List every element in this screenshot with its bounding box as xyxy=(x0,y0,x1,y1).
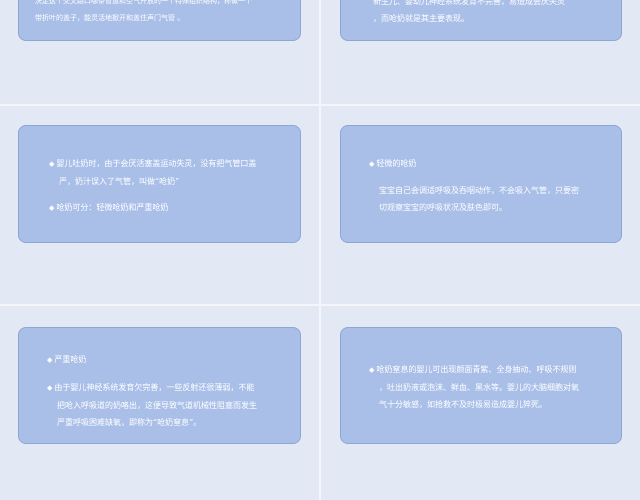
bullet-text-continued: 气十分敏感，如抢救不及时极易造成婴儿猝死。 xyxy=(379,400,547,409)
diamond-bullet-icon: ◆ xyxy=(47,384,53,392)
diamond-bullet-icon: ◆ xyxy=(49,204,55,212)
diamond-bullet-icon: ◆ xyxy=(47,356,53,364)
heading-text: 严重呛奶 xyxy=(54,355,87,364)
diamond-bullet-icon: ◆ xyxy=(49,160,55,168)
bullet-item: ◆ 由于婴儿神经系统发育欠完善，一些反射还很薄弱，不能 xyxy=(47,379,284,397)
bullet-item: ◆ 婴儿吐奶时，由于会厌活塞盖运动失灵，没有把气管口盖 xyxy=(49,155,284,173)
card-severe-choking[interactable]: ◆ 严重呛奶 ◆ 由于婴儿神经系统发育欠完善，一些反射还很薄弱，不能 把呛入呼吸道的… xyxy=(18,327,301,444)
card-spit-up[interactable]: ◆ 婴儿吐奶时，由于会厌活塞盖运动失灵，没有把气管口盖 严，奶汁误入了气管，叫做“… xyxy=(18,125,301,243)
bullet-text: 由于婴儿神经系统发育欠完善，一些反射还很薄弱，不能 xyxy=(54,383,255,392)
bullet-text-continued: 把呛入呼吸道的奶咯出，这便导致气道机械性阻塞而发生 xyxy=(57,401,257,410)
card-text-line: ，而呛奶就是其主要表现。 xyxy=(373,14,469,23)
card-heading: ◆ 严重呛奶 xyxy=(47,351,284,369)
bullet-item: ◆ 呛奶窒息的婴儿可出现颜面青紫、全身抽动、呼吸不规则 xyxy=(369,361,605,379)
diamond-bullet-icon: ◆ xyxy=(369,366,375,374)
bullet-text-continued: ，吐出奶液或泡沫、鲜血、黑水等。婴儿的大脑细胞对氧 xyxy=(379,383,579,392)
bullet-text: 婴儿吐奶时，由于会厌活塞盖运动失灵，没有把气管口盖 xyxy=(56,159,257,168)
card-mild-choking[interactable]: ◆ 轻微的呛奶 宝宝自己会调适呼吸及吞咽动作，不会吸入气管，只要密 切观察宝宝的呼… xyxy=(340,125,622,243)
diamond-bullet-icon: ◆ xyxy=(369,160,375,168)
slide-divider-vertical xyxy=(319,0,321,500)
heading-text: 轻微的呛奶 xyxy=(376,159,417,168)
card-top-left[interactable]: 决定这个交叉路口哪条管道和空气开放的一个特殊组织结构，称做一个 带折叶的盖子，能… xyxy=(18,0,301,41)
card-text-line: 带折叶的盖子，能灵活地掀开和盖住声门气管 。 xyxy=(35,14,185,22)
card-text-line: 新生儿、婴幼儿神经系统发育不完善，易造成会厌失灵 xyxy=(373,0,565,6)
bullet-text: 呛奶可分：轻微呛奶和严重呛奶 xyxy=(56,203,169,212)
body-text-line: 宝宝自己会调适呼吸及吞咽动作，不会吸入气管，只要密 xyxy=(379,186,579,195)
body-text-line: 切观察宝宝的呼吸状况及肤色即可。 xyxy=(379,203,507,212)
bullet-text: 呛奶窒息的婴儿可出现颜面青紫、全身抽动、呼吸不规则 xyxy=(376,365,577,374)
bullet-item: ◆ 呛奶可分：轻微呛奶和严重呛奶 xyxy=(49,199,284,217)
bullet-text-continued: 严重呼吸困难缺氧，即称为“呛奶窒息”。 xyxy=(57,418,202,427)
card-choking-asphyxia[interactable]: ◆ 呛奶窒息的婴儿可出现颜面青紫、全身抽动、呼吸不规则 ，吐出奶液或泡沫、鲜血、黑… xyxy=(340,327,622,444)
card-heading: ◆ 轻微的呛奶 xyxy=(369,155,605,173)
card-text-line: 决定这个交叉路口哪条管道和空气开放的一个特殊组织结构，称做一个 xyxy=(35,0,252,5)
bullet-text-continued: 严，奶汁误入了气管，叫做“呛奶” xyxy=(59,177,180,186)
card-top-right[interactable]: 新生儿、婴幼儿神经系统发育不完善，易造成会厌失灵 ，而呛奶就是其主要表现。 xyxy=(340,0,622,41)
